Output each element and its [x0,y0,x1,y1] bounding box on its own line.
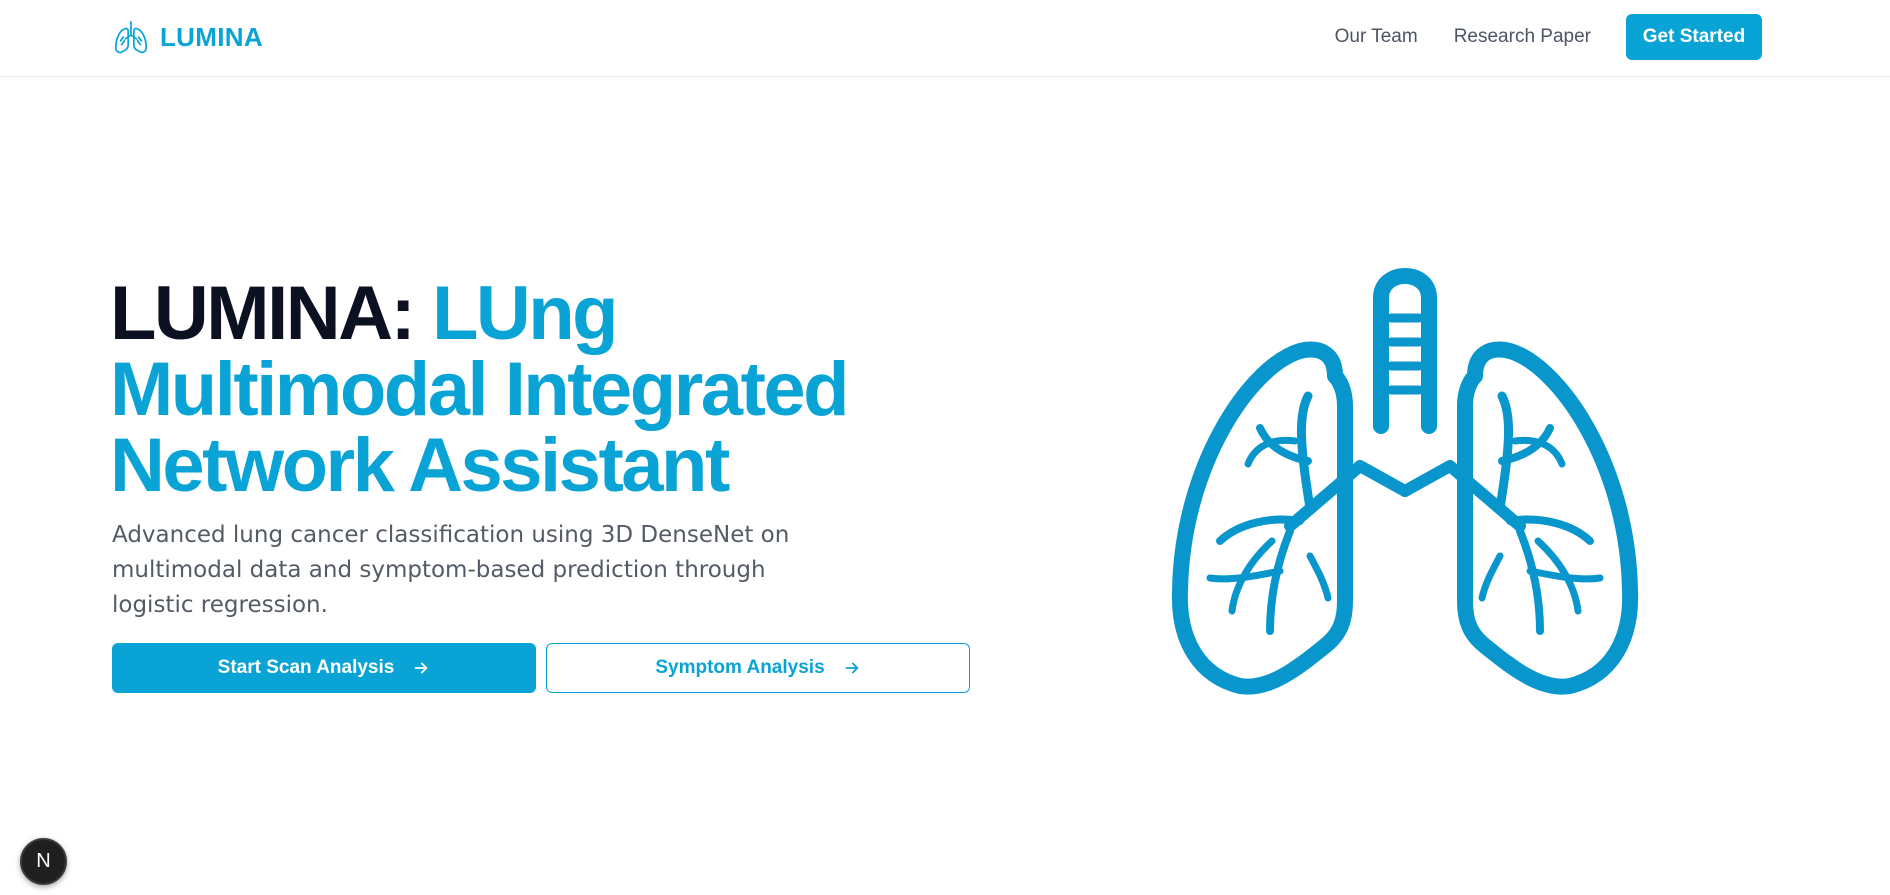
lungs-icon [114,20,148,54]
hero-title-line1-accent: LUng [431,271,619,356]
start-scan-analysis-button[interactable]: Start Scan Analysis [112,643,536,693]
hero-description: Advanced lung cancer classification usin… [112,522,790,618]
hero-title: LUMINA: LUng Multimodal Integrated Netwo… [110,276,1010,504]
brand-logo[interactable]: LUMINA [112,18,263,56]
hero-actions: Start Scan Analysis Symptom Analysis [112,643,970,693]
arrow-right-icon [415,662,428,674]
start-scan-analysis-label: Start Scan Analysis [217,657,395,678]
hero-title-prefix: LUMINA: [110,271,416,356]
nextjs-icon: N [36,850,51,872]
symptom-analysis-label: Symptom Analysis [655,657,825,678]
hero-title-line2: Multimodal Integrated [110,347,850,432]
arrow-right-icon [845,662,858,674]
nav-research-paper[interactable]: Research Paper [1454,26,1591,48]
site-header: LUMINA Our Team Research Paper Get Start… [0,0,1890,77]
hero-title-line3: Network Assistant [110,423,730,508]
main-nav: Our Team Research Paper Get Started [1335,14,1762,60]
get-started-button[interactable]: Get Started [1626,14,1762,60]
symptom-analysis-button[interactable]: Symptom Analysis [546,643,970,693]
lungs-illustration [1171,268,1639,695]
nextjs-dev-badge[interactable]: N [20,838,67,885]
brand-name: LUMINA [160,21,263,52]
nav-our-team[interactable]: Our Team [1335,26,1418,48]
